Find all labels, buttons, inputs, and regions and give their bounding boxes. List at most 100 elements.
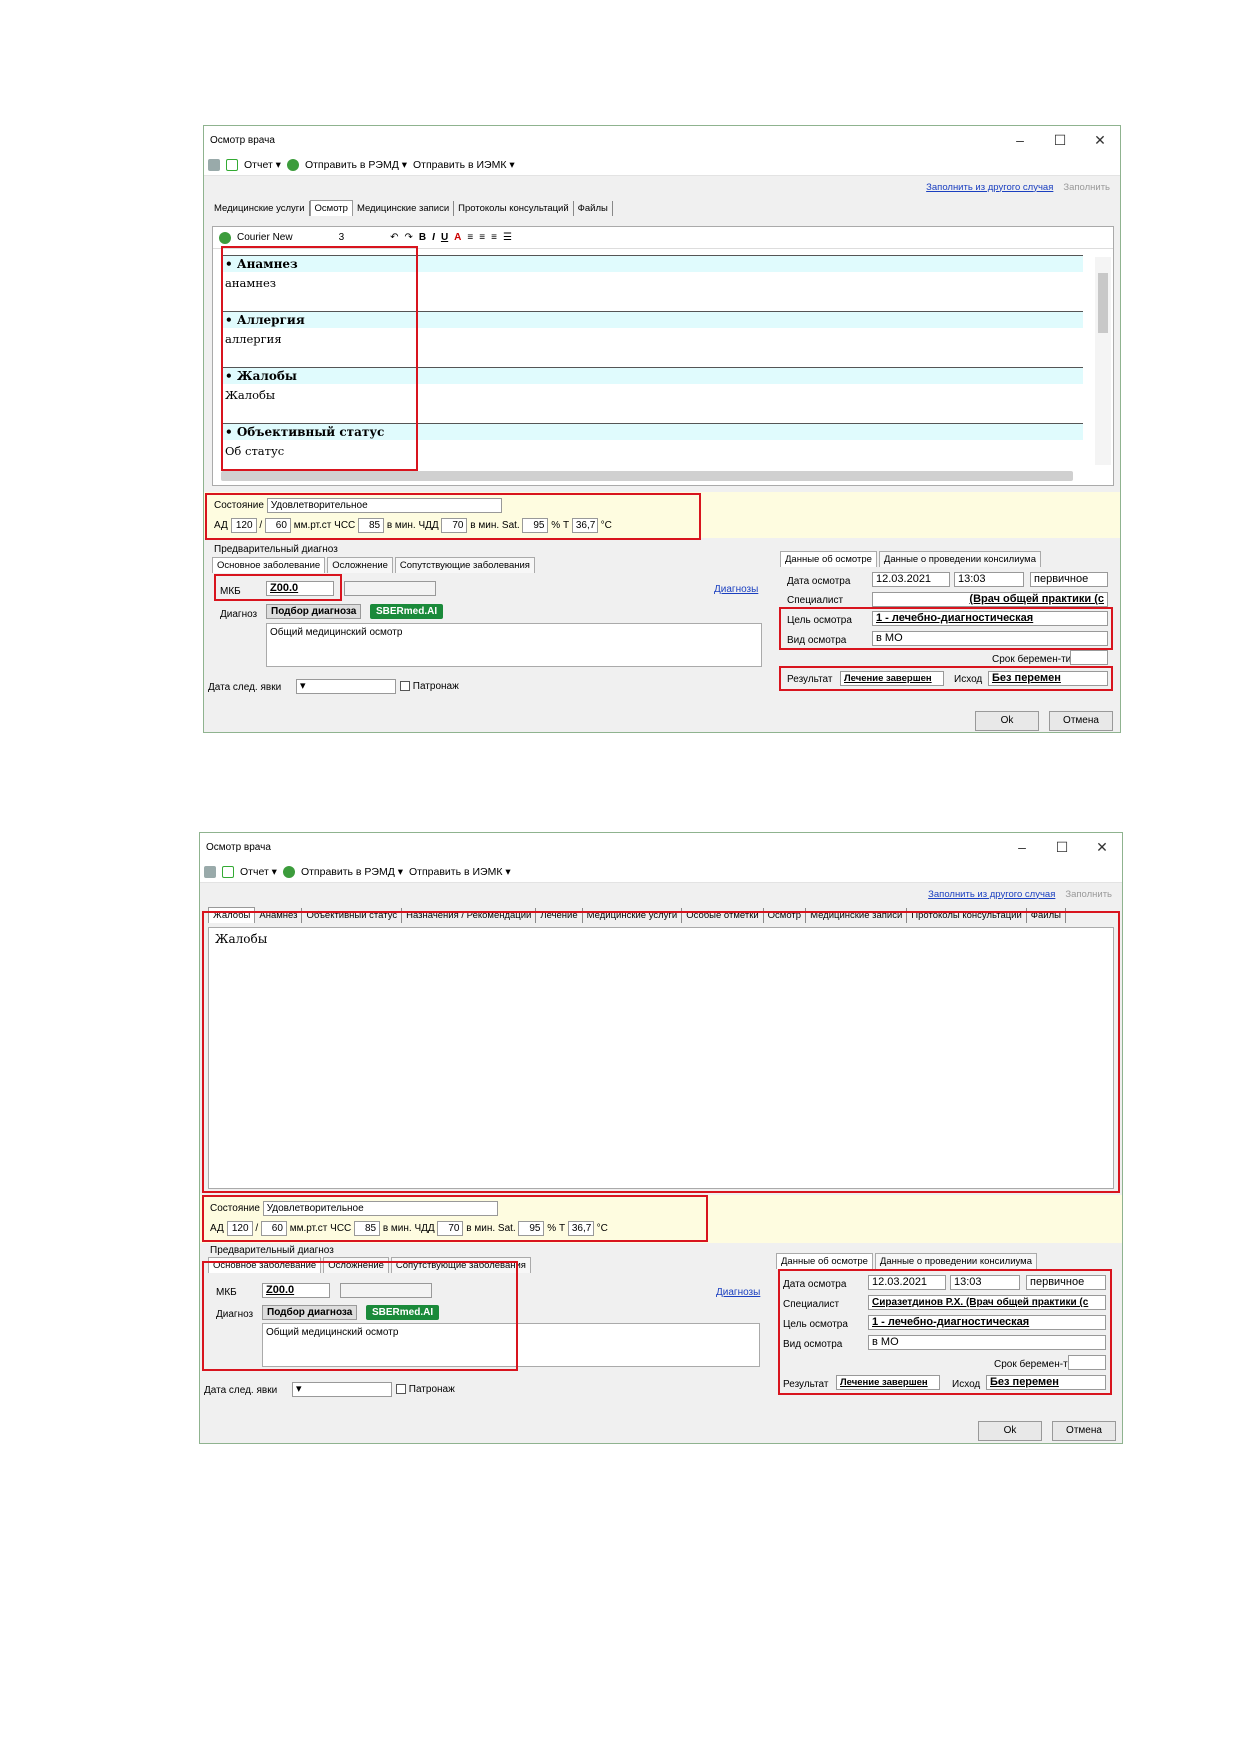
tab-complaints[interactable]: Жалобы: [208, 907, 256, 923]
temp-input[interactable]: 36,7: [571, 518, 598, 533]
list-icon[interactable]: ☰: [503, 232, 512, 243]
tab-files[interactable]: Файлы: [574, 201, 613, 216]
report-menu[interactable]: Отчет ▾: [240, 866, 277, 878]
temp-input[interactable]: 36,7: [567, 1221, 594, 1236]
hr-input[interactable]: 85: [358, 518, 385, 533]
goal-input[interactable]: 1 - лечебно-диагностическая: [868, 1315, 1106, 1330]
mkb-input[interactable]: Z00.0: [266, 581, 334, 596]
close-icon[interactable]: ✕: [1082, 839, 1122, 856]
save-icon[interactable]: [208, 158, 220, 171]
tab-exam[interactable]: Осмотр: [764, 908, 807, 923]
tab-objective-status[interactable]: Объективный статус: [302, 908, 403, 923]
exam-time-input[interactable]: 13:03: [954, 572, 1024, 587]
section-text[interactable]: аллергия: [221, 328, 1083, 350]
sbermed-ai-button[interactable]: SBERmed.AI: [370, 604, 444, 619]
state-select[interactable]: Удовлетворительное: [266, 498, 502, 513]
send-iemk-menu[interactable]: Отправить в ИЭМК ▾: [413, 159, 515, 171]
exam-type-select[interactable]: в МО: [872, 631, 1108, 646]
fill-button[interactable]: Заполнить: [1063, 182, 1110, 193]
outcome-input[interactable]: Без перемен: [988, 671, 1108, 686]
pregnancy-input[interactable]: [1068, 1355, 1106, 1370]
font-select[interactable]: Courier New: [237, 232, 293, 243]
tab-med-records[interactable]: Медицинские записи: [806, 908, 908, 923]
minimize-icon[interactable]: –: [1000, 132, 1040, 148]
exam-kind-select[interactable]: первичное: [1026, 1275, 1106, 1290]
cancel-button[interactable]: Отмена: [1049, 711, 1113, 731]
sat-input[interactable]: 95: [522, 518, 549, 533]
outcome-input[interactable]: Без перемен: [986, 1375, 1106, 1390]
close-icon[interactable]: ✕: [1080, 132, 1120, 149]
mkb-extra-select[interactable]: [344, 581, 436, 596]
tab-prescriptions[interactable]: Назначения / Рекомендации: [402, 908, 537, 923]
ad-systolic-input[interactable]: 120: [226, 1221, 253, 1236]
underline-icon[interactable]: U: [441, 232, 448, 243]
exam-type-select[interactable]: в МО: [868, 1335, 1106, 1350]
complaints-editor[interactable]: Жалобы: [208, 927, 1114, 1189]
send-iemk-menu[interactable]: Отправить в ИЭМК ▾: [409, 866, 511, 878]
tab-consult-protocols[interactable]: Протоколы консультаций: [454, 201, 574, 216]
tab-comorbid[interactable]: Сопутствующие заболевания: [394, 557, 535, 573]
next-visit-date[interactable]: ▾: [296, 679, 396, 694]
tab-exam-data[interactable]: Данные об осмотре: [776, 1253, 873, 1269]
tab-med-services[interactable]: Медицинские услуги: [210, 201, 310, 216]
mkb-input[interactable]: Z00.0: [262, 1283, 330, 1298]
fill-from-case-link[interactable]: Заполнить из другого случая: [926, 182, 1053, 193]
specialist-input[interactable]: (Врач общей практики (с: [872, 592, 1108, 607]
tab-files[interactable]: Файлы: [1027, 908, 1066, 923]
ad-diastolic-input[interactable]: 60: [264, 518, 291, 533]
send-remd-menu[interactable]: Отправить в РЭМД ▾: [301, 866, 403, 878]
size-select[interactable]: 3: [339, 232, 345, 243]
tab-special-notes[interactable]: Особые отметки: [682, 908, 764, 923]
patronage-checkbox[interactable]: [400, 681, 410, 692]
section-text[interactable]: Жалобы: [221, 384, 1083, 406]
maximize-icon[interactable]: ☐: [1040, 132, 1080, 149]
rich-editor[interactable]: Courier New 3 ↶ ↷ B I U A ≡ ≡ ≡ ☰ • Анам…: [212, 226, 1114, 486]
exam-date-input[interactable]: 12.03.2021: [868, 1275, 946, 1290]
send-remd-menu[interactable]: Отправить в РЭМД ▾: [305, 159, 407, 171]
tab-med-services[interactable]: Медицинские услуги: [583, 908, 683, 923]
vertical-scrollbar[interactable]: [1095, 257, 1111, 465]
rr-input[interactable]: 70: [437, 1221, 464, 1236]
diagnosis-textarea[interactable]: Общий медицинский осмотр: [262, 1323, 760, 1367]
result-input[interactable]: Лечение завершен: [840, 671, 944, 686]
result-input[interactable]: Лечение завершен: [836, 1375, 940, 1390]
ok-button[interactable]: Ok: [975, 711, 1039, 731]
tab-complication[interactable]: Осложнение: [323, 1257, 389, 1273]
sat-input[interactable]: 95: [518, 1221, 545, 1236]
exam-time-input[interactable]: 13:03: [950, 1275, 1020, 1290]
tab-exam-data[interactable]: Данные об осмотре: [780, 551, 877, 567]
sbermed-ai-button[interactable]: SBERmed.AI: [366, 1305, 440, 1320]
tab-consilium[interactable]: Данные о проведении консилиума: [878, 551, 1041, 567]
diagnosis-textarea[interactable]: Общий медицинский осмотр: [266, 623, 762, 667]
mkb-extra-select[interactable]: [340, 1283, 432, 1298]
minimize-icon[interactable]: –: [1002, 839, 1042, 855]
patronage-checkbox[interactable]: [396, 1384, 406, 1395]
section-text[interactable]: анамнез: [221, 272, 1083, 294]
pick-diagnosis-button[interactable]: Подбор диагноза: [266, 604, 362, 619]
tab-treatment[interactable]: Лечение: [536, 908, 583, 923]
tab-consult-protocols[interactable]: Протоколы консультаций: [907, 908, 1027, 923]
exam-date-input[interactable]: 12.03.2021: [872, 572, 950, 587]
tab-main-disease[interactable]: Основное заболевание: [208, 1257, 322, 1273]
font-color-icon[interactable]: A: [454, 232, 461, 243]
align-right-icon[interactable]: ≡: [491, 232, 497, 243]
diagnoses-link[interactable]: Диагнозы: [714, 584, 758, 595]
tab-exam[interactable]: Осмотр: [309, 200, 353, 216]
tab-comorbid[interactable]: Сопутствующие заболевания: [390, 1257, 531, 1273]
tab-main-disease[interactable]: Основное заболевание: [212, 557, 326, 573]
goal-input[interactable]: 1 - лечебно-диагностическая: [872, 611, 1108, 626]
fill-button[interactable]: Заполнить: [1065, 889, 1112, 900]
exam-kind-select[interactable]: первичное: [1030, 572, 1108, 587]
redo-icon[interactable]: ↷: [405, 232, 413, 243]
horizontal-scrollbar[interactable]: [221, 471, 1073, 481]
maximize-icon[interactable]: ☐: [1042, 839, 1082, 856]
tab-med-records[interactable]: Медицинские записи: [353, 201, 455, 216]
bold-icon[interactable]: B: [419, 232, 426, 243]
align-left-icon[interactable]: ≡: [467, 232, 473, 243]
tab-anamnesis[interactable]: Анамнез: [255, 908, 303, 923]
ad-diastolic-input[interactable]: 60: [260, 1221, 287, 1236]
pregnancy-input[interactable]: [1070, 650, 1108, 665]
diagnoses-link[interactable]: Диагнозы: [716, 1287, 760, 1298]
rr-input[interactable]: 70: [441, 518, 468, 533]
tab-consilium[interactable]: Данные о проведении консилиума: [874, 1253, 1037, 1269]
